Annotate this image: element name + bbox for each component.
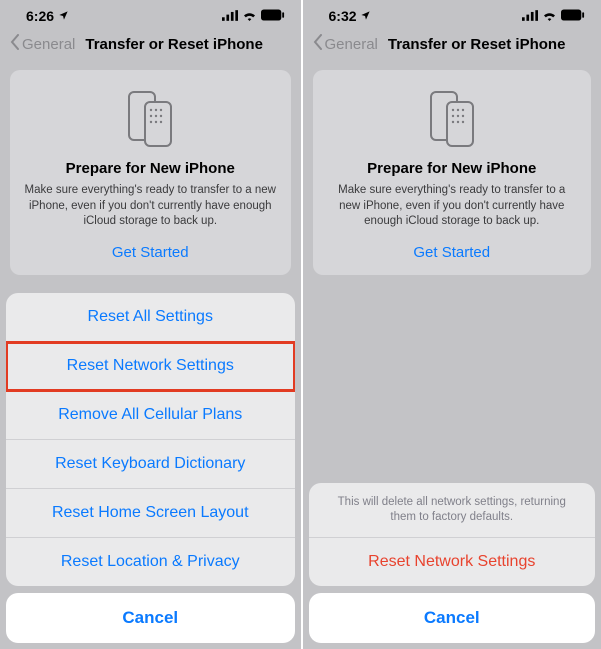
status-bar: 6:26 [0,0,301,28]
location-icon [58,8,69,24]
signal-icon [522,8,538,24]
nav-back-label: General [22,36,75,53]
nav-back-button[interactable]: General [10,34,75,54]
nav-title: Transfer or Reset iPhone [85,36,263,53]
chevron-left-icon [10,34,20,54]
signal-icon [222,8,238,24]
nav-back-label: General [325,36,378,53]
status-bar: 6:32 [303,0,601,28]
prepare-card: Prepare for New iPhone Make sure everyth… [10,70,291,275]
nav-bar: General Transfer or Reset iPhone [0,28,301,60]
location-icon [360,8,371,24]
cancel-button[interactable]: Cancel [6,593,295,643]
nav-back-button[interactable]: General [313,34,378,54]
wifi-icon [242,8,257,24]
two-phones-icon [423,88,481,150]
battery-icon [561,8,585,24]
reset-keyboard-dictionary-option[interactable]: Reset Keyboard Dictionary [6,440,295,489]
get-started-button[interactable]: Get Started [24,244,277,261]
nav-title: Transfer or Reset iPhone [388,36,566,53]
nav-bar: General Transfer or Reset iPhone [303,28,601,60]
reset-location-privacy-option[interactable]: Reset Location & Privacy [6,538,295,586]
confirm-group: This will delete all network settings, r… [309,483,596,586]
cancel-button[interactable]: Cancel [309,593,596,643]
battery-icon [261,8,285,24]
card-title: Prepare for New iPhone [24,160,277,177]
right-screenshot: 6:32 General Transfer or Reset iPhone [301,0,601,649]
card-description: Make sure everything's ready to transfer… [327,183,578,230]
reset-all-settings-option[interactable]: Reset All Settings [6,293,295,342]
two-phones-icon [121,88,179,150]
left-screenshot: 6:26 General Transfer or Reset iPhone [0,0,301,649]
remove-cellular-plans-option[interactable]: Remove All Cellular Plans [6,391,295,440]
sheet-options-group: Reset All Settings Reset Network Setting… [6,293,295,586]
get-started-button[interactable]: Get Started [327,244,578,261]
confirm-message: This will delete all network settings, r… [309,483,596,538]
card-description: Make sure everything's ready to transfer… [24,183,277,230]
confirm-reset-network-button[interactable]: Reset Network Settings [309,538,596,586]
wifi-icon [542,8,557,24]
reset-home-screen-option[interactable]: Reset Home Screen Layout [6,489,295,538]
card-title: Prepare for New iPhone [327,160,578,177]
prepare-card: Prepare for New iPhone Make sure everyth… [313,70,592,275]
confirm-sheet: This will delete all network settings, r… [303,483,601,649]
reset-action-sheet: Reset All Settings Reset Network Setting… [0,293,301,649]
reset-network-settings-option[interactable]: Reset Network Settings [6,342,295,391]
status-time: 6:32 [329,8,357,24]
chevron-left-icon [313,34,323,54]
status-time: 6:26 [26,8,54,24]
